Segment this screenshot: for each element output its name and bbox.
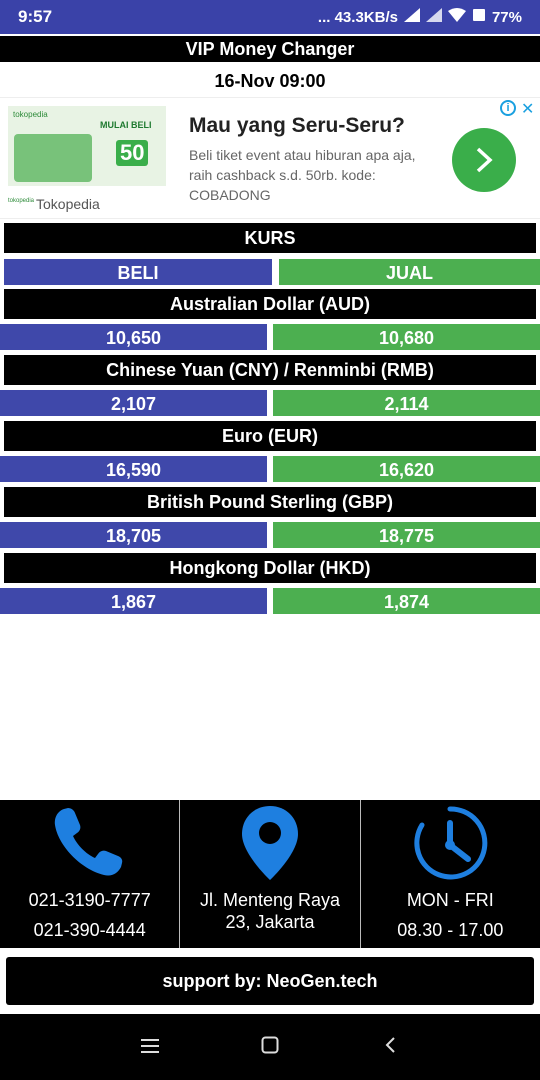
clock-icon bbox=[361, 804, 540, 882]
currency-name: Hongkong Dollar (HKD) bbox=[4, 553, 536, 583]
rate-row: Hongkong Dollar (HKD) 1,867 1,874 bbox=[0, 553, 540, 619]
address-line-1: Jl. Menteng Raya bbox=[199, 890, 341, 910]
phone-number-2[interactable]: 021-390-4444 bbox=[0, 920, 179, 941]
signal-icon bbox=[425, 8, 442, 26]
phone-contact[interactable]: 021-3190-7777 021-390-4444 bbox=[0, 800, 179, 948]
chevron-right-icon bbox=[476, 147, 493, 173]
ad-image-logo: tokopedia bbox=[13, 110, 48, 119]
contact-footer: 021-3190-7777 021-390-4444 Jl. Menteng R… bbox=[0, 800, 540, 948]
sell-rate: 10,680 bbox=[273, 324, 540, 350]
ad-image-scene bbox=[14, 134, 92, 182]
support-banner[interactable]: support by: NeoGen.tech bbox=[6, 957, 534, 1005]
home-icon[interactable] bbox=[256, 1034, 284, 1060]
currency-name: British Pound Sterling (GBP) bbox=[4, 487, 536, 517]
location-pin-icon[interactable] bbox=[180, 804, 359, 882]
ad-close-icon[interactable]: ✕ bbox=[521, 99, 534, 119]
buy-rate: 2,107 bbox=[0, 390, 267, 416]
buy-rate: 16,590 bbox=[0, 456, 267, 482]
app-title: VIP Money Changer bbox=[0, 36, 540, 62]
menu-icon[interactable] bbox=[136, 1034, 164, 1060]
navigation-bar bbox=[0, 1014, 540, 1080]
business-hours: 08.30 - 17.00 bbox=[397, 920, 504, 940]
sell-rate: 1,874 bbox=[273, 588, 540, 614]
sell-rate: 2,114 bbox=[273, 390, 540, 416]
ad-title[interactable]: Mau yang Seru-Seru? bbox=[189, 114, 405, 138]
battery-level: 77% bbox=[491, 8, 522, 26]
rates-list: Australian Dollar (AUD) 10,650 10,680 Ch… bbox=[0, 289, 540, 619]
buy-rate: 18,705 bbox=[0, 522, 267, 548]
rate-row: British Pound Sterling (GBP) 18,705 18,7… bbox=[0, 487, 540, 553]
ad-open-button[interactable] bbox=[452, 128, 516, 192]
ad-image-promo-value: 50 bbox=[116, 140, 149, 166]
rate-row: Euro (EUR) 16,590 16,620 bbox=[0, 421, 540, 487]
phone-icon[interactable] bbox=[0, 804, 179, 882]
back-icon[interactable] bbox=[376, 1034, 404, 1060]
battery-icon bbox=[472, 8, 486, 26]
network-speed: ... 43.3KB/s bbox=[317, 8, 398, 26]
address-contact[interactable]: Jl. Menteng Raya 23, Jakarta bbox=[179, 800, 359, 948]
address-line-2: 23, Jakarta bbox=[225, 912, 315, 932]
sell-rate: 18,775 bbox=[273, 522, 540, 548]
buy-rate: 10,650 bbox=[0, 324, 267, 350]
status-time: 9:57 bbox=[18, 7, 53, 26]
rate-datetime: 16-Nov 09:00 bbox=[214, 71, 326, 91]
business-days: MON - FRI bbox=[406, 890, 494, 910]
advertiser-name[interactable]: Tokopedia bbox=[36, 196, 100, 212]
ad-info-icon[interactable]: i bbox=[500, 100, 516, 116]
wifi-icon bbox=[447, 8, 466, 26]
rate-row: Chinese Yuan (CNY) / Renminbi (RMB) 2,10… bbox=[0, 355, 540, 421]
currency-name: Euro (EUR) bbox=[4, 421, 536, 451]
signal-icon bbox=[403, 8, 420, 26]
phone-number-1[interactable]: 021-3190-7777 bbox=[0, 890, 179, 911]
advertiser-logo: tokopedia bbox=[8, 198, 35, 204]
kurs-header: KURS bbox=[4, 223, 536, 253]
status-bar: 9:57 ... 43.3KB/s 77% bbox=[0, 0, 540, 34]
ad-image[interactable]: tokopedia MULAI BELI 50 bbox=[8, 106, 166, 186]
buy-rate: 1,867 bbox=[0, 588, 267, 614]
buy-column-header: BELI bbox=[4, 259, 272, 285]
status-indicators: ... 43.3KB/s 77% bbox=[318, 8, 522, 26]
currency-name: Chinese Yuan (CNY) / Renminbi (RMB) bbox=[4, 355, 536, 385]
hours-contact: MON - FRI 08.30 - 17.00 bbox=[359, 800, 540, 948]
sell-column-header: JUAL bbox=[279, 259, 540, 285]
ad-description: Beli tiket event atau hiburan apa aja, r… bbox=[189, 147, 416, 203]
ad-image-promo-line: MULAI BELI bbox=[100, 120, 152, 130]
sell-rate: 16,620 bbox=[273, 456, 540, 482]
rate-row: Australian Dollar (AUD) 10,650 10,680 bbox=[0, 289, 540, 355]
currency-name: Australian Dollar (AUD) bbox=[4, 289, 536, 319]
